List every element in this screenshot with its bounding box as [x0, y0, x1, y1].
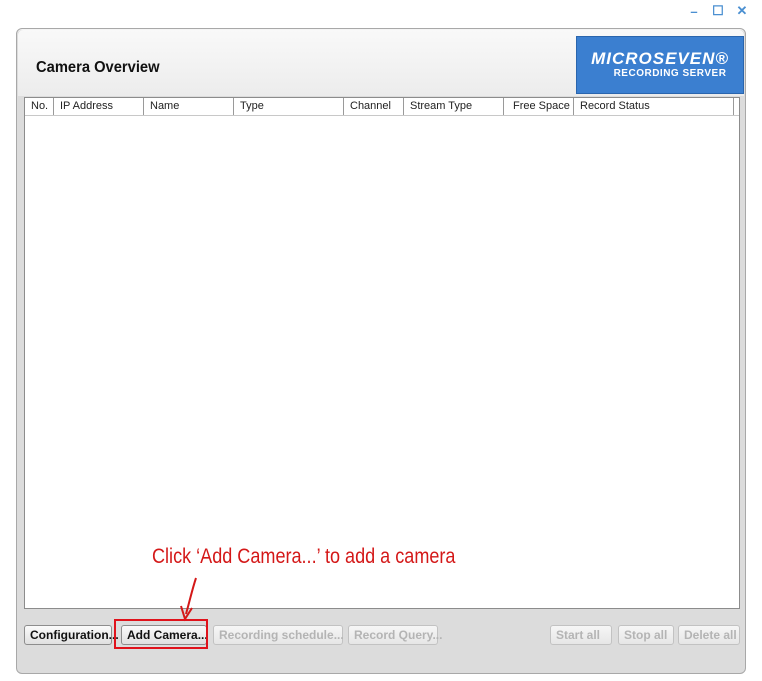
start-all-button[interactable]: Start all: [550, 625, 612, 645]
column-header-type[interactable]: Type: [234, 98, 344, 115]
table-body[interactable]: [25, 116, 739, 608]
add-camera-highlight-box: [114, 619, 208, 649]
record-query-button[interactable]: Record Query...: [348, 625, 442, 645]
column-header-name[interactable]: Name: [144, 98, 234, 115]
column-header-stream-type[interactable]: Stream Type: [404, 98, 504, 115]
camera-overview-panel: Camera Overview MICROSEVEN® RECORDING SE…: [16, 28, 746, 674]
instruction-annotation: Click ‘Add Camera...’ to add a camera: [152, 545, 456, 568]
column-header-no[interactable]: No.: [25, 98, 54, 115]
maximize-icon[interactable]: ☐: [710, 3, 726, 19]
microseven-logo: MICROSEVEN® RECORDING SERVER: [576, 36, 744, 94]
column-header-free-space[interactable]: Free Space: [504, 98, 574, 115]
close-icon[interactable]: ✕: [734, 3, 750, 19]
column-header-channel[interactable]: Channel: [344, 98, 404, 115]
page-title: Camera Overview: [36, 59, 160, 76]
logo-subtitle-text: RECORDING SERVER: [613, 68, 727, 79]
recording-schedule-button[interactable]: Recording schedule...: [213, 625, 344, 645]
delete-all-button[interactable]: Delete all: [678, 625, 740, 645]
minimize-icon[interactable]: –: [686, 3, 702, 19]
stop-all-button[interactable]: Stop all: [618, 625, 674, 645]
configuration-button[interactable]: Configuration...: [24, 625, 119, 645]
window-controls: – ☐ ✕: [686, 3, 750, 19]
logo-brand-text: MICROSEVEN®: [591, 49, 729, 68]
camera-table[interactable]: No. IP Address Name Type Channel Stream …: [24, 97, 740, 609]
column-header-ip-address[interactable]: IP Address: [54, 98, 144, 115]
table-header: No. IP Address Name Type Channel Stream …: [25, 98, 739, 116]
panel-header: Camera Overview MICROSEVEN® RECORDING SE…: [18, 30, 744, 96]
column-header-record-status[interactable]: Record Status: [574, 98, 734, 115]
annotation-arrow-icon: [180, 577, 197, 622]
